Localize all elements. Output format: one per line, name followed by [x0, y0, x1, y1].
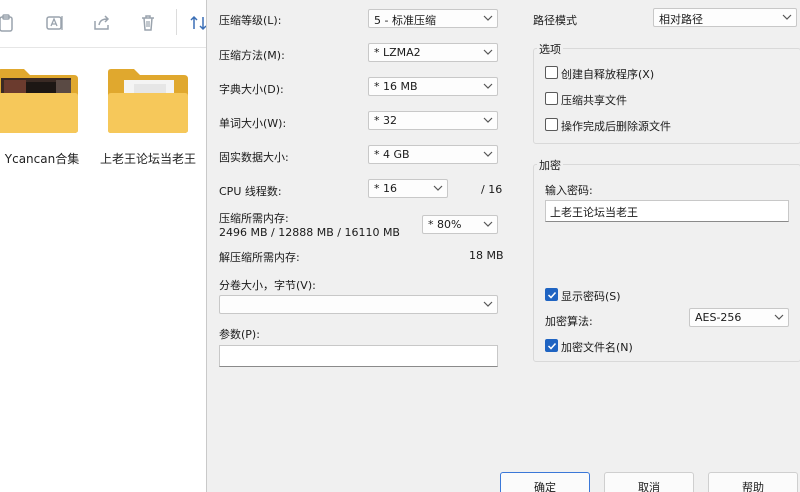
- encrypt-filenames-checkbox[interactable]: [545, 339, 558, 352]
- password-input[interactable]: 上老王论坛当老王: [545, 200, 789, 222]
- chevron-down-icon: [782, 14, 792, 20]
- dictionary-size-label: 字典大小(D):: [219, 83, 284, 96]
- chevron-down-icon: [483, 15, 493, 21]
- password-label: 输入密码:: [545, 184, 593, 197]
- create-sfx-checkbox[interactable]: [545, 66, 558, 79]
- ok-button[interactable]: 确定: [500, 472, 590, 492]
- volume-split-select[interactable]: [219, 295, 498, 314]
- chevron-down-icon: [483, 221, 493, 227]
- share-icon[interactable]: [91, 12, 113, 34]
- compress-settings-dialog: 压缩等级(L): 5 - 标准压缩 压缩方法(M): * LZMA2 字典大小(…: [206, 0, 800, 492]
- create-sfx-label: 创建自释放程序(X): [561, 68, 655, 81]
- explorer-toolbar: [0, 0, 207, 48]
- folder-icon: [0, 69, 78, 133]
- help-button[interactable]: 帮助: [708, 472, 798, 492]
- folder-label: Ycancan合集: [4, 152, 80, 166]
- folder-icon: [108, 69, 188, 133]
- word-size-label: 单词大小(W):: [219, 117, 287, 130]
- encryption-group-title: 加密: [537, 157, 563, 173]
- memory-decompress-value: 18 MB: [469, 249, 504, 262]
- dictionary-size-select[interactable]: * 16 MB: [368, 77, 498, 96]
- solid-block-size-select[interactable]: * 4 GB: [368, 145, 498, 164]
- cancel-button[interactable]: 取消: [604, 472, 694, 492]
- cpu-threads-total: / 16: [481, 183, 503, 196]
- parameters-input[interactable]: [219, 345, 498, 367]
- memory-decompress-label: 解压缩所需内存:: [219, 251, 300, 264]
- encrypt-filenames-label: 加密文件名(N): [561, 341, 633, 354]
- show-password-label: 显示密码(S): [561, 290, 621, 303]
- volume-split-label: 分卷大小，字节(V):: [219, 279, 316, 292]
- rename-icon[interactable]: [44, 12, 66, 34]
- show-password-checkbox[interactable]: [545, 288, 558, 301]
- file-explorer: Ycancan合集 上老王论坛当老王: [0, 0, 207, 492]
- chevron-down-icon: [483, 49, 493, 55]
- chevron-down-icon: [774, 314, 784, 320]
- solid-block-size-label: 固实数据大小:: [219, 151, 289, 164]
- chevron-down-icon: [483, 301, 493, 307]
- compression-level-label: 压缩等级(L):: [219, 14, 282, 27]
- encryption-method-label: 加密算法:: [545, 315, 593, 328]
- chevron-down-icon: [433, 185, 443, 191]
- check-icon: [547, 291, 557, 299]
- parameters-label: 参数(P):: [219, 328, 260, 341]
- folder-item[interactable]: Ycancan合集: [0, 66, 80, 166]
- memory-usage-select[interactable]: * 80%: [422, 215, 498, 234]
- word-size-select[interactable]: * 32: [368, 111, 498, 130]
- path-mode-select[interactable]: 相对路径: [653, 8, 797, 27]
- chevron-down-icon: [483, 151, 493, 157]
- folder-label: 上老王论坛当老王: [99, 152, 196, 166]
- compression-method-label: 压缩方法(M):: [219, 49, 285, 62]
- cpu-threads-select[interactable]: * 16: [368, 179, 448, 198]
- check-icon: [547, 342, 557, 350]
- chevron-down-icon: [483, 83, 493, 89]
- chevron-down-icon: [483, 117, 493, 123]
- compression-level-select[interactable]: 5 - 标准压缩: [368, 9, 498, 28]
- paste-icon[interactable]: [0, 12, 18, 34]
- cpu-threads-label: CPU 线程数:: [219, 185, 282, 198]
- delete-after-label: 操作完成后删除源文件: [561, 120, 671, 133]
- delete-after-checkbox[interactable]: [545, 118, 558, 131]
- compression-method-select[interactable]: * LZMA2: [368, 43, 498, 62]
- memory-compress-detail: 2496 MB / 12888 MB / 16110 MB: [219, 226, 400, 239]
- options-group-title: 选项: [537, 41, 563, 57]
- memory-compress-label: 压缩所需内存:: [219, 212, 289, 225]
- encryption-method-select[interactable]: AES-256: [689, 308, 789, 327]
- compress-shared-label: 压缩共享文件: [561, 94, 627, 107]
- delete-icon[interactable]: [137, 12, 159, 34]
- compress-shared-checkbox[interactable]: [545, 92, 558, 105]
- toolbar-divider: [176, 9, 177, 35]
- folder-item[interactable]: 上老王论坛当老王: [100, 66, 196, 166]
- path-mode-label: 路径模式: [533, 14, 577, 27]
